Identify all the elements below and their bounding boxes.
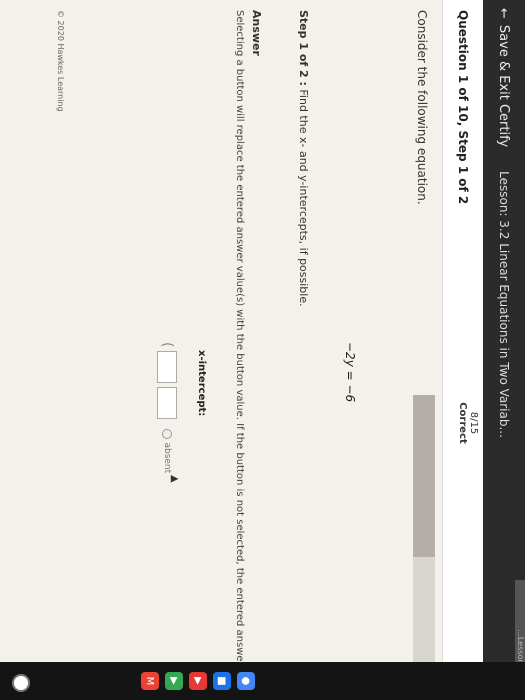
play-store-icon[interactable]: ▶ — [165, 672, 183, 690]
gmail-icon[interactable]: M — [141, 672, 159, 690]
absent-label: absent — [162, 442, 172, 474]
copyright: © 2020 Hawkes Learning — [56, 10, 65, 112]
progress-bar — [413, 395, 435, 700]
photo-frame: ← Save & Exit Certify Lesson: 3.2 Linear… — [0, 0, 525, 700]
step-instruction: Step 1 of 2 : Find the x- and y-intercep… — [297, 10, 310, 307]
question-title: Question 1 of 10, Step 1 of 2 — [456, 10, 470, 205]
mouse-cursor-icon: ▲ — [169, 475, 180, 483]
lesson-title: Lesson: 3.2 Linear Equations in Two Vari… — [497, 171, 511, 438]
y-coordinate-input[interactable] — [157, 387, 177, 420]
score-value: 8/15 — [468, 411, 479, 435]
open-paren: ( — [159, 342, 175, 348]
screen: ← Save & Exit Certify Lesson: 3.2 Linear… — [0, 0, 525, 700]
save-exit-button[interactable]: ← Save & Exit Certify — [497, 0, 512, 155]
absent-option[interactable]: absent — [162, 429, 172, 473]
question-header: Question 1 of 10, Step 1 of 2 8/15 Corre… — [442, 0, 483, 700]
question-prompt: Consider the following equation. — [415, 10, 429, 205]
score-label: Correct — [457, 402, 468, 444]
launcher-icon[interactable] — [12, 674, 30, 692]
answer-heading: Answer — [250, 10, 263, 56]
progress-fill — [413, 395, 435, 557]
x-coordinate-input[interactable] — [157, 351, 177, 384]
arrow-left-icon: ← — [496, 8, 512, 19]
score-counter: 8/15 Correct — [457, 398, 479, 448]
files-icon[interactable]: ■ — [213, 672, 231, 690]
top-bar: ← Save & Exit Certify Lesson: 3.2 Linear… — [483, 0, 525, 700]
chrome-icon[interactable]: ● — [237, 672, 255, 690]
shelf-apps: ● ■ ▶ ▶ M — [141, 666, 255, 696]
absent-radio[interactable] — [162, 429, 172, 440]
youtube-icon[interactable]: ▶ — [189, 672, 207, 690]
equation: −2y = −6 — [343, 342, 357, 403]
step-text: Find the x- and y-intercepts, if possibl… — [297, 89, 310, 307]
x-intercept-input-row: ( absent — [157, 342, 177, 473]
step-label: Step 1 of 2 : — [297, 10, 310, 86]
x-intercept-label: x-intercept: — [196, 350, 207, 417]
save-exit-label: Save & Exit Certify — [496, 24, 512, 148]
os-shelf: ● ■ ▶ ▶ M — [0, 662, 525, 700]
answer-instructions: Selecting a button will replace the ente… — [234, 10, 245, 700]
